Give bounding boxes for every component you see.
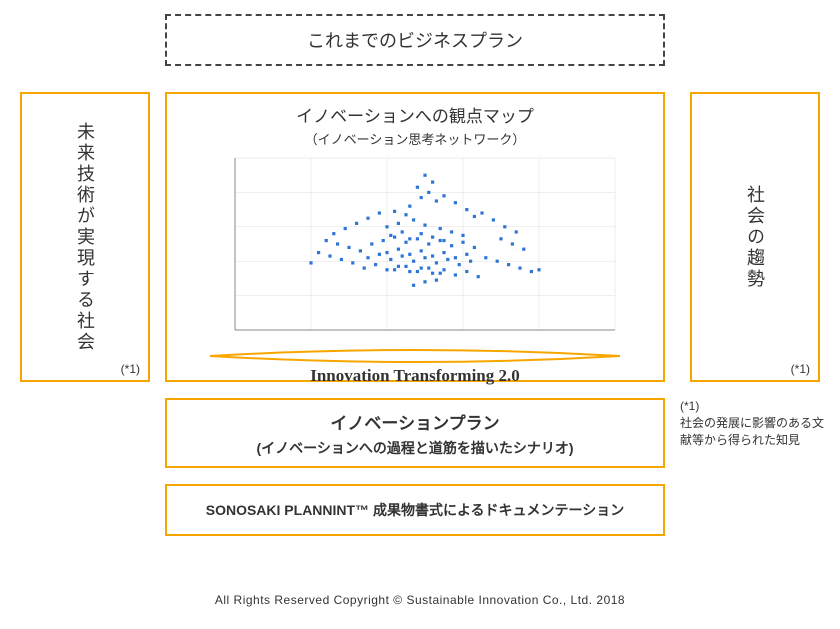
footnote-text: 社会の発展に影響のある文献等から得られた知見 (680, 415, 830, 449)
copyright-text: All Rights Reserved Copyright © Sustaina… (0, 593, 840, 607)
previous-plan-box: これまでのビジネスプラン (165, 14, 665, 66)
previous-plan-label: これまでのビジネスプラン (307, 27, 523, 53)
side-left-note: (*1) (121, 362, 140, 376)
footnote-block: (*1) 社会の発展に影響のある文献等から得られた知見 (680, 398, 830, 448)
perspective-map-box: イノベーションへの観点マップ （イノベーション思考ネットワーク） Innovat… (165, 92, 665, 382)
side-right-note: (*1) (791, 362, 810, 376)
side-right-label: 社会の趨勢 (742, 185, 768, 290)
perspective-map-title: イノベーションへの観点マップ (296, 102, 534, 127)
side-panel-right: 社会の趨勢 (*1) (690, 92, 820, 382)
perspective-map-subtitle: （イノベーション思考ネットワーク） (305, 129, 526, 148)
innovation-plan-subtitle: (イノベーションへの過程と道筋を描いたシナリオ) (256, 438, 573, 458)
perspective-map-footer: Innovation Transforming 2.0 (310, 366, 520, 386)
scatter-chart (205, 152, 625, 352)
side-panel-left: 未来技術が実現する社会 (*1) (20, 92, 150, 382)
footnote-marker: (*1) (680, 398, 830, 415)
innovation-plan-box: イノベーションプラン (イノベーションへの過程と道筋を描いたシナリオ) (165, 398, 665, 468)
documentation-box: SONOSAKI PLANNINT™ 成果物書式によるドキュメンテーション (165, 484, 665, 536)
documentation-label: SONOSAKI PLANNINT™ 成果物書式によるドキュメンテーション (206, 500, 625, 520)
innovation-plan-title: イノベーションプラン (330, 409, 499, 434)
side-left-label: 未来技術が実現する社会 (72, 122, 98, 353)
